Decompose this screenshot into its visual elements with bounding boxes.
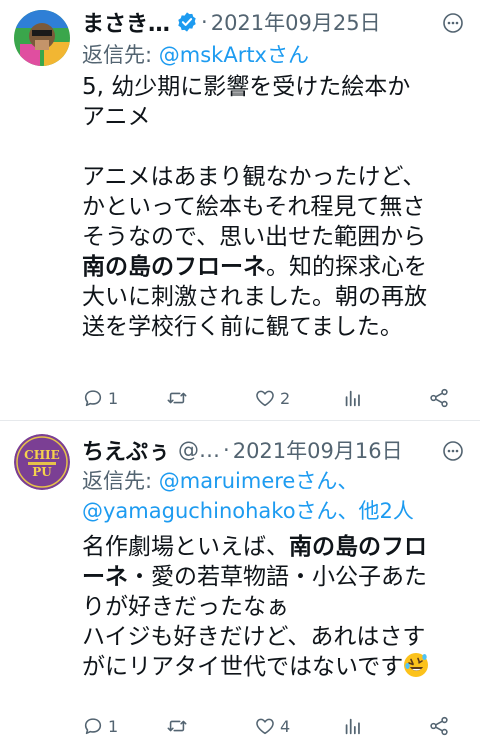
like-count: 2 — [280, 388, 291, 408]
text-line: かといって絵本もそれ程見て無さ — [82, 194, 426, 220]
text-line: がにリアタイ世代ではないです — [82, 652, 468, 682]
text-line: ーネ・愛の若草物語・小公子あた — [82, 562, 468, 592]
share-button[interactable] — [428, 382, 450, 414]
text-span: 名作劇場といえば、 — [82, 534, 289, 560]
svg-text:PU: PU — [32, 465, 52, 479]
tweet-date[interactable]: 2021年09月16日 — [233, 435, 403, 465]
action-bar: 1 2 — [82, 382, 468, 414]
heart-icon — [256, 390, 274, 407]
action-bar: 1 4 — [82, 710, 468, 742]
separator-dot: · — [223, 438, 230, 462]
text-span: 。知的探求心を — [266, 254, 427, 280]
user-handle[interactable]: @… — [178, 438, 220, 462]
bold-text: 南の島のフロ — [289, 534, 427, 560]
reply-prefix: 返信先: — [82, 43, 159, 67]
reply-prefix: 返信先: — [82, 469, 159, 493]
text-line: アニメ — [82, 104, 151, 130]
avatar[interactable] — [14, 10, 70, 66]
share-button[interactable] — [428, 710, 450, 742]
reply-icon — [84, 390, 102, 407]
display-name[interactable]: ちえぷぅ — [82, 434, 170, 466]
retweet-icon — [167, 720, 187, 732]
text-line: アニメはあまり観なかったけど、 — [82, 164, 426, 190]
text-line: 5, 幼少期に影響を受けた絵本か — [82, 74, 411, 100]
tweet-text: 5, 幼少期に影響を受けた絵本か アニメ アニメはあまり観なかったけど、 かとい… — [82, 72, 468, 342]
bold-text: ーネ — [82, 564, 128, 590]
reply-count: 1 — [108, 716, 119, 736]
mention-link[interactable]: @maruimereさん、 — [159, 469, 359, 493]
reply-button[interactable]: 1 — [82, 382, 118, 414]
like-count: 4 — [280, 716, 291, 736]
text-span: ・愛の若草物語・小公子あた — [128, 564, 427, 590]
views-button[interactable] — [342, 382, 364, 414]
tweet-header: まさき… · 2021年09月25日 — [82, 6, 440, 38]
retweet-button[interactable] — [166, 710, 192, 742]
reply-count: 1 — [108, 388, 119, 408]
text-line: 南の島のフローネ。知的探求心を — [82, 252, 468, 282]
reply-button[interactable]: 1 — [82, 710, 118, 742]
text-line: そうなので、思い出せた範囲から — [82, 224, 427, 250]
more-options-icon[interactable] — [440, 438, 466, 464]
tweet[interactable]: CHIE PU ちえぷぅ @… · 2021年09月16日 返信先: @maru… — [0, 420, 480, 746]
mention-link[interactable]: @mskArtxさん — [159, 43, 309, 67]
like-button[interactable]: 4 — [254, 710, 290, 742]
heart-icon — [256, 718, 274, 735]
bold-text: 南の島のフローネ — [82, 254, 266, 280]
tweet-header: ちえぷぅ @… · 2021年09月16日 — [82, 434, 440, 466]
avatar[interactable]: CHIE PU — [14, 434, 70, 490]
separator-dot: · — [201, 10, 208, 34]
like-button[interactable]: 2 — [254, 382, 290, 414]
mention-link[interactable]: @yamaguchinohakoさん、他2人 — [82, 499, 414, 523]
more-options-icon[interactable] — [440, 10, 466, 36]
text-line: 名作劇場といえば、南の島のフロ — [82, 532, 468, 562]
text-line: 大いに刺激されました。朝の再放 — [82, 284, 427, 310]
text-line: 送を学校行く前に観てました。 — [82, 314, 403, 340]
tweet-date[interactable]: 2021年09月25日 — [211, 7, 381, 37]
text-line: りが好きだったなぁ — [82, 594, 289, 620]
analytics-icon — [345, 718, 360, 735]
text-line: ハイジも好きだけど、あれはさす — [82, 624, 426, 650]
share-icon — [430, 388, 448, 408]
tweet-text: 名作劇場といえば、南の島のフロ ーネ・愛の若草物語・小公子あた りが好きだったな… — [82, 532, 468, 682]
rolling-laughing-emoji-icon — [403, 652, 429, 678]
svg-text:CHIE: CHIE — [24, 448, 60, 462]
replying-to: 返信先: @mskArtxさん — [82, 40, 470, 70]
share-icon — [430, 716, 448, 736]
text-span: がにリアタイ世代ではないです — [82, 654, 404, 680]
retweet-button[interactable] — [166, 382, 192, 414]
verified-badge-icon — [176, 11, 198, 33]
display-name[interactable]: まさき… — [82, 6, 170, 38]
views-button[interactable] — [342, 710, 364, 742]
analytics-icon — [345, 390, 360, 407]
reply-icon — [84, 718, 102, 735]
tweet[interactable]: まさき… · 2021年09月25日 返信先: @mskArtxさん 5, 幼少… — [0, 0, 480, 420]
retweet-icon — [167, 392, 187, 404]
replying-to: 返信先: @maruimereさん、 @yamaguchinohakoさん、他2… — [82, 466, 470, 526]
